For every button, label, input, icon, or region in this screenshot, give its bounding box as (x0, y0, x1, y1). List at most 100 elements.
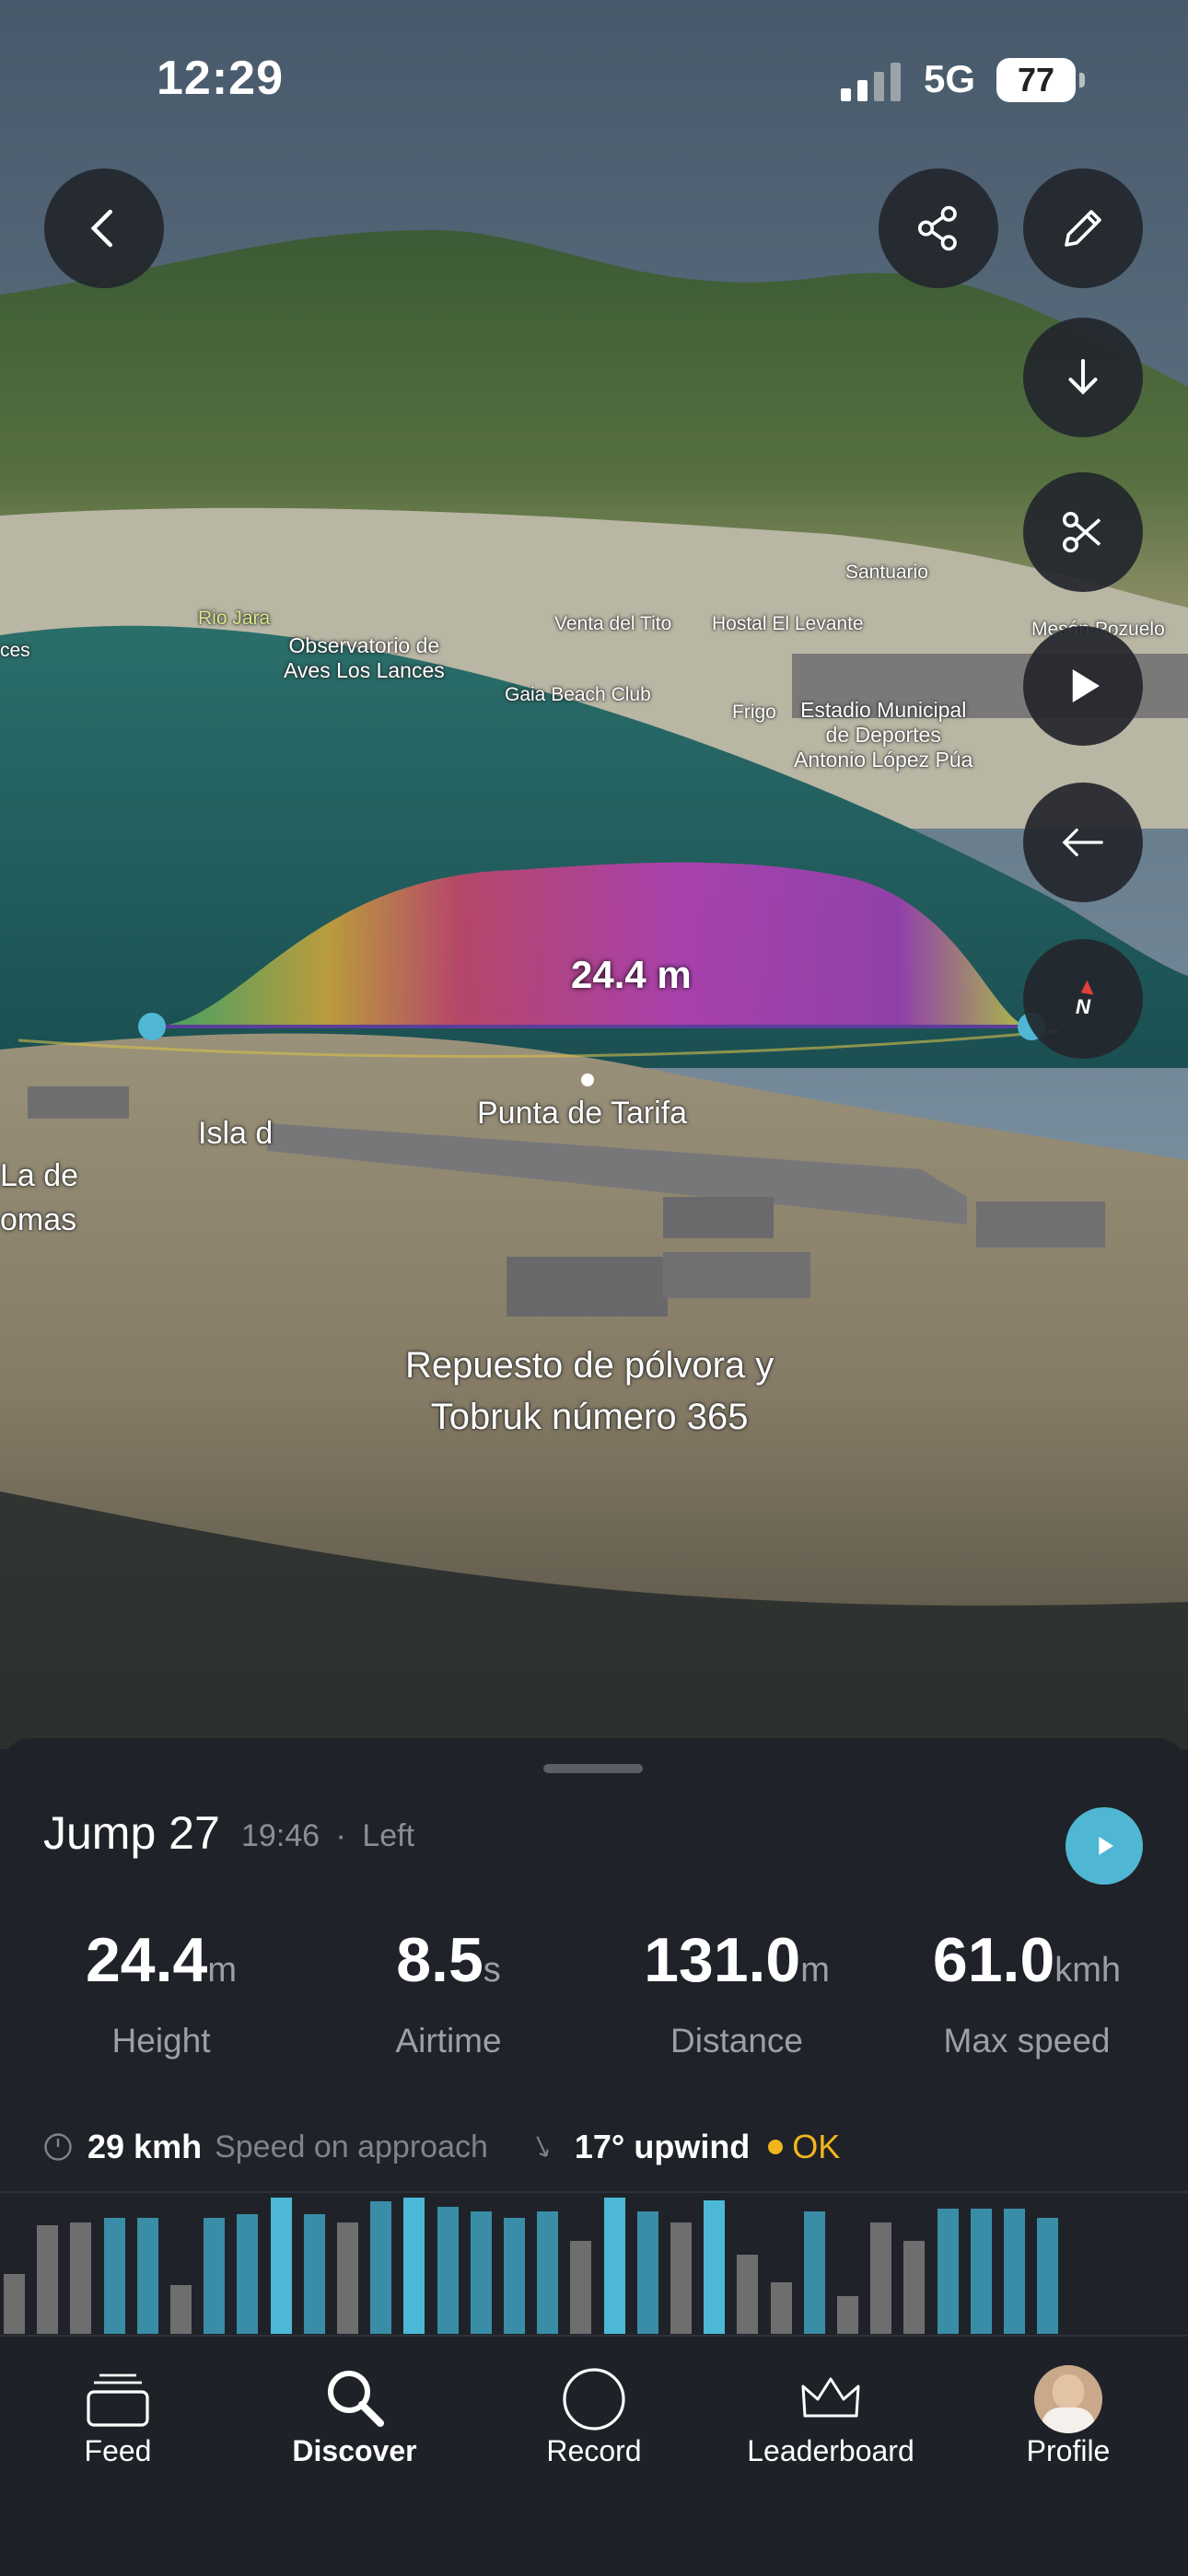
jump-side: Left (362, 1818, 415, 1853)
approach-speed: 29 kmh (87, 2128, 203, 2165)
play-icon (1072, 669, 1100, 702)
timeline-bar[interactable] (770, 2282, 792, 2334)
timeline-bar[interactable] (1004, 2209, 1025, 2334)
stat-height: 24.4m Height (23, 1924, 299, 2060)
sheet-grabber[interactable] (543, 1764, 643, 1773)
timeline-bar[interactable] (903, 2241, 926, 2334)
timeline-bar[interactable] (737, 2255, 759, 2334)
map-label-isla[interactable]: Isla d (198, 1116, 273, 1152)
crown-icon (801, 2377, 860, 2418)
map-label-omas[interactable]: omas (0, 1202, 76, 1238)
tab-label: Leaderboard (747, 2434, 914, 2467)
timeline-bar[interactable] (303, 2214, 325, 2334)
map-label-punta-de-tarifa[interactable]: Punta de Tarifa (477, 1096, 687, 1131)
approach-info: 29 kmh Speed on approach 17° upwind OK (41, 2124, 840, 2170)
stat-unit: m (207, 1951, 237, 1990)
download-button[interactable] (1023, 318, 1143, 437)
timeline-bar[interactable] (204, 2218, 226, 2334)
tab-feed[interactable]: Feed (7, 2364, 228, 2484)
trim-button[interactable] (1023, 472, 1143, 592)
timeline-bar[interactable] (603, 2198, 625, 2334)
map-label-estadio[interactable]: Estadio Municipal de Deportes Antonio Ló… (794, 698, 973, 772)
arrow-left-icon (1062, 828, 1103, 857)
map-label-venta-del-tito[interactable]: Venta del Tito (554, 613, 671, 635)
timeline-bar[interactable] (970, 2209, 992, 2334)
jump-separator: · (335, 1818, 346, 1853)
feed-icon (87, 2373, 149, 2427)
map-label-edge[interactable]: ces (0, 640, 30, 662)
timeline-bar[interactable] (337, 2222, 358, 2334)
status-dot-icon (768, 2140, 784, 2154)
stat-label: Airtime (395, 2022, 502, 2060)
stat-label: Distance (670, 2022, 803, 2060)
status-bar: 12:29 5G 77 (0, 0, 1188, 157)
stat-unit: m (800, 1951, 830, 1990)
prev-jump-button[interactable] (1023, 783, 1143, 902)
tab-label: Feed (84, 2434, 152, 2467)
stat-value: 8.5 (396, 1925, 483, 1995)
timeline-bar[interactable] (370, 2201, 392, 2334)
timeline-bar[interactable] (704, 2200, 726, 2334)
tab-leaderboard[interactable]: Leaderboard (720, 2364, 941, 2484)
svg-text:N: N (1076, 995, 1091, 1018)
map-label-santuario[interactable]: Santuario (845, 562, 928, 584)
map-label-repuesto[interactable]: Repuesto de pólvora y Tobruk número 365 (405, 1340, 774, 1443)
play-map-button[interactable] (1023, 626, 1143, 746)
tab-label: Profile (1026, 2434, 1111, 2467)
timeline-bar[interactable] (537, 2211, 559, 2334)
stat-airtime: 8.5s Airtime (310, 1924, 587, 2060)
play-jump-button[interactable] (1066, 1807, 1143, 1885)
timeline-bar[interactable] (437, 2207, 459, 2334)
tab-record[interactable]: Record (483, 2364, 705, 2484)
timeline-bar[interactable] (837, 2296, 858, 2334)
timeline-bar[interactable] (636, 2211, 658, 2334)
timeline-bar[interactable] (670, 2222, 692, 2334)
speedometer-icon (44, 2133, 72, 2161)
stat-value: 131.0 (644, 1925, 801, 1995)
map-label-hostal[interactable]: Hostal El Levante (712, 613, 864, 635)
scissors-icon (1062, 511, 1101, 553)
tab-profile[interactable]: Profile (958, 2364, 1179, 2484)
share-button[interactable] (879, 168, 998, 288)
timeline-bar[interactable] (803, 2211, 825, 2334)
map-label-la-de[interactable]: La de (0, 1158, 78, 1194)
timeline-bar[interactable] (136, 2218, 158, 2334)
compass-button[interactable]: N (1023, 939, 1143, 1059)
timeline-bar[interactable] (937, 2209, 959, 2334)
stat-label: Height (111, 2022, 211, 2060)
stat-unit: s (483, 1951, 501, 1990)
timeline-bar[interactable] (570, 2241, 592, 2334)
timeline-bar[interactable] (470, 2211, 492, 2334)
timeline-bar[interactable] (37, 2225, 59, 2334)
jump-height-label: 24.4 m (571, 953, 692, 996)
jump-timeline-chart[interactable] (0, 2191, 1188, 2334)
timeline-bar[interactable] (70, 2222, 92, 2334)
timeline-bar[interactable] (403, 2198, 425, 2334)
map-label-rio-jara[interactable]: Rio Jara (198, 608, 270, 630)
stat-unit: kmh (1054, 1951, 1122, 1990)
back-button[interactable] (44, 168, 164, 288)
timeline-bar[interactable] (4, 2274, 25, 2334)
timeline-bar[interactable] (103, 2218, 125, 2334)
timeline-bar[interactable] (870, 2222, 892, 2334)
play-icon (1099, 1837, 1113, 1855)
network-type: 5G (924, 57, 976, 100)
wind-direction-icon (536, 2136, 549, 2157)
arrow-down-icon (1068, 358, 1098, 395)
map-label-observatorio[interactable]: Observatorio de Aves Los Lances (284, 633, 445, 683)
timeline-bar[interactable] (237, 2214, 259, 2334)
upwind-angle: 17° upwind (574, 2128, 751, 2165)
map-label-frigo[interactable]: Frigo (732, 702, 776, 724)
compass-icon: N (1076, 980, 1094, 1018)
timeline-bar[interactable] (270, 2198, 292, 2334)
timeline-bar[interactable] (1037, 2218, 1059, 2334)
stat-value: 61.0 (932, 1925, 1055, 1995)
chevron-left-icon (90, 209, 112, 248)
status-time: 12:29 (157, 52, 284, 105)
timeline-bar[interactable] (504, 2218, 525, 2334)
map-label-gaia[interactable]: Gaia Beach Club (505, 684, 651, 706)
timeline-bar[interactable] (170, 2285, 192, 2334)
edit-button[interactable] (1023, 168, 1143, 288)
map-view[interactable]: Rio Jara Observatorio de Aves Los Lances… (0, 0, 1188, 1749)
tab-discover[interactable]: Discover (244, 2364, 465, 2484)
